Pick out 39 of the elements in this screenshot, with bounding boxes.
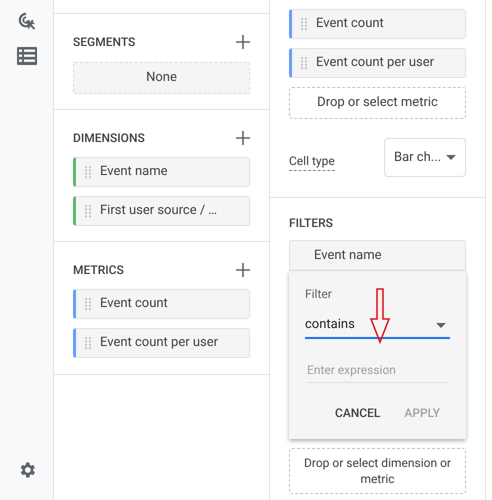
caret-icon (446, 155, 456, 160)
field-chip-label: Event count (100, 295, 168, 314)
section-heading: SEGMENTS (73, 34, 136, 51)
match-type-select[interactable]: contains (305, 313, 450, 339)
drag-handle-icon[interactable] (84, 204, 92, 218)
field-chip[interactable]: First user source / … (73, 196, 250, 226)
drag-handle-icon[interactable] (84, 165, 92, 179)
section-heading: FILTERS (289, 215, 334, 232)
field-chip-label: Event count (316, 15, 384, 34)
metric-drop-zone[interactable]: Drop or select metric (289, 87, 466, 119)
field-chip-label: First user source / … (100, 202, 218, 220)
filter-label: Filter (305, 286, 333, 303)
add-icon[interactable] (236, 35, 250, 49)
field-chip-label: Event count per user (316, 54, 434, 72)
field-chip-label: Event count per user (100, 334, 218, 352)
field-chip[interactable]: Event name (73, 157, 250, 187)
popup-button[interactable]: CANCEL (324, 401, 390, 425)
list-icon[interactable] (16, 47, 36, 65)
filter-drop-zone[interactable]: Drop or select dimension or metric (289, 448, 466, 494)
field-chip[interactable]: Event count per user (289, 48, 466, 78)
cell-type-select[interactable]: Bar ch... (384, 138, 466, 177)
section-heading: DIMENSIONS (73, 130, 145, 147)
expression-field[interactable]: Enter expression (307, 357, 448, 383)
arrow-annotation (369, 288, 391, 344)
drag-handle-icon[interactable] (300, 17, 308, 31)
cell-type-label: Cell type (289, 152, 335, 171)
filter-chip[interactable]: Event name (289, 240, 466, 271)
section-heading: METRICS (73, 262, 124, 279)
field-chip[interactable]: Event count (73, 289, 250, 319)
segment-placeholder[interactable]: None (73, 62, 250, 94)
add-icon[interactable] (236, 131, 250, 145)
field-chip[interactable]: Event count (289, 9, 466, 39)
field-chip[interactable]: Event count per user (73, 328, 250, 358)
drag-handle-icon[interactable] (300, 56, 308, 70)
field-chip-label: Event name (100, 163, 168, 182)
drag-handle-icon[interactable] (84, 297, 92, 311)
caret-icon (436, 322, 446, 328)
add-icon[interactable] (236, 263, 250, 277)
drag-handle-icon[interactable] (84, 336, 92, 350)
